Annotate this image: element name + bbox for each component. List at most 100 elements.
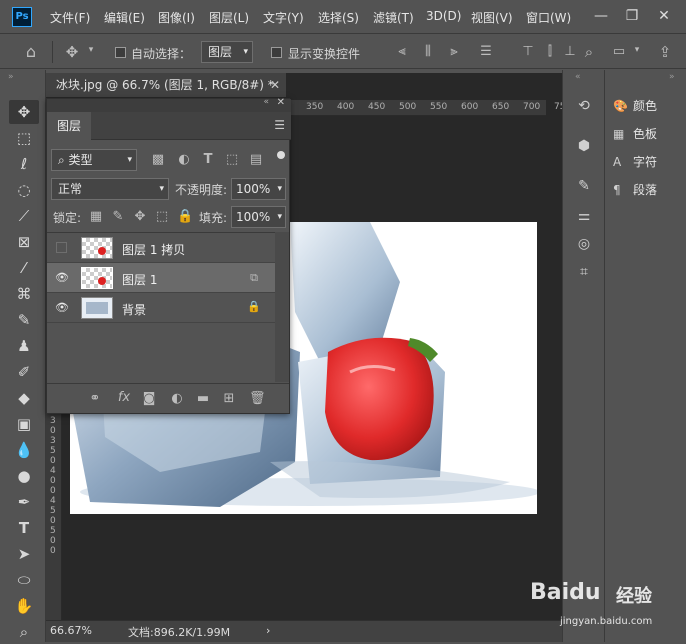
workspace-icon[interactable]: ▭ xyxy=(610,44,628,59)
zoom-level[interactable]: 66.67% xyxy=(50,624,92,637)
history-brush-tool-icon[interactable]: ✐ xyxy=(9,360,39,384)
align-bottom-icon[interactable]: ⊥ xyxy=(562,44,578,59)
menu-filter[interactable]: 滤镜(T) xyxy=(373,9,414,26)
filter-toggle-icon[interactable] xyxy=(277,151,285,159)
move-tool-icon[interactable]: ✥ xyxy=(62,43,82,61)
3d-icon[interactable]: ⬢ xyxy=(571,134,597,158)
eyedropper-tool-icon[interactable]: ⁄ xyxy=(9,256,39,280)
hand-tool-icon[interactable]: ✋ xyxy=(9,594,39,618)
fill-input[interactable]: 100% ▾ xyxy=(231,206,286,228)
menu-select[interactable]: 选择(S) xyxy=(318,9,359,26)
collapse-icon[interactable]: « xyxy=(263,97,269,107)
add-mask-icon[interactable]: ◙ xyxy=(141,391,157,406)
distribute-icon[interactable]: ☰ xyxy=(478,44,494,59)
history-icon[interactable]: ⟲ xyxy=(571,94,597,118)
trash-icon[interactable]: 🗑 xyxy=(249,391,266,406)
menu-file[interactable]: 文件(F) xyxy=(50,9,90,26)
menu-layer[interactable]: 图层(L) xyxy=(209,9,249,26)
frame-tool-icon[interactable]: ⊠ xyxy=(9,230,39,254)
quick-select-tool-icon[interactable]: ◌ xyxy=(9,178,39,202)
crop-tool-icon[interactable]: ⟋ xyxy=(9,204,39,228)
lock-all-icon[interactable]: 🔒 xyxy=(177,209,193,224)
align-left-icon[interactable]: ⫷ xyxy=(394,44,410,59)
panel-paragraph[interactable]: ¶ 段落 xyxy=(613,179,657,201)
menu-image[interactable]: 图像(I) xyxy=(158,9,195,26)
move-tool-icon[interactable]: ✥ xyxy=(9,100,39,124)
menu-3d[interactable]: 3D(D) xyxy=(426,9,461,23)
auto-select-checkbox[interactable] xyxy=(115,47,126,58)
stamp-tool-icon[interactable]: ♟ xyxy=(9,334,39,358)
lock-position-icon[interactable]: ✥ xyxy=(133,209,147,224)
adjustment-layer-icon[interactable]: ◐ xyxy=(169,391,185,406)
eye-icon[interactable]: 👁 xyxy=(55,271,69,285)
layer-list-scrollbar[interactable] xyxy=(275,232,289,382)
marquee-tool-icon[interactable]: ⬚ xyxy=(9,126,39,150)
path-select-tool-icon[interactable]: ➤ xyxy=(9,542,39,566)
chevron-right-icon[interactable]: › xyxy=(266,624,270,637)
new-layer-icon[interactable]: ⊞ xyxy=(221,391,237,406)
brush-settings-icon[interactable]: ✎ xyxy=(571,174,597,198)
home-icon[interactable]: ⌂ xyxy=(20,42,42,61)
chevron-down-icon[interactable]: ▾ xyxy=(632,45,642,55)
panel-color[interactable]: 🎨 颜色 xyxy=(613,95,657,117)
fx-button[interactable]: fx xyxy=(115,390,133,405)
close-icon[interactable]: ✕ xyxy=(277,97,285,108)
close-icon[interactable]: ✕ xyxy=(270,73,280,97)
eraser-tool-icon[interactable]: ◆ xyxy=(9,386,39,410)
align-middle-icon[interactable]: ⫿ xyxy=(542,44,558,59)
menu-type[interactable]: 文字(Y) xyxy=(263,9,304,26)
show-transform-checkbox[interactable] xyxy=(271,47,282,58)
layer-row-layer1[interactable]: 👁 图层 1 ⧉ xyxy=(47,263,275,293)
link-layers-icon[interactable]: ⚭ xyxy=(87,391,103,406)
panel-character[interactable]: A 字符 xyxy=(613,151,657,173)
pen-tool-icon[interactable]: ✒ xyxy=(9,490,39,514)
menu-window[interactable]: 窗口(W) xyxy=(526,9,571,26)
lasso-tool-icon[interactable]: ℓ xyxy=(9,152,39,176)
blend-mode-dropdown[interactable]: 正常 ▾ xyxy=(51,178,169,200)
align-center-icon[interactable]: ⫼ xyxy=(420,44,436,59)
ellipse-tool-icon[interactable]: ⬭ xyxy=(9,568,39,592)
panel-menu-icon[interactable]: ☰ xyxy=(274,118,285,132)
close-icon[interactable]: ✕ xyxy=(652,4,676,28)
document-tab[interactable]: 冰块.jpg @ 66.7% (图层 1, RGB/8#) * ✕ xyxy=(46,73,286,97)
menu-edit[interactable]: 编辑(E) xyxy=(104,9,145,26)
filter-adjustment-icon[interactable]: ◐ xyxy=(177,152,191,167)
filter-pixel-icon[interactable]: ▩ xyxy=(151,152,165,167)
type-tool-icon[interactable]: T xyxy=(9,516,39,540)
lock-pixels-icon[interactable]: ✎ xyxy=(111,209,125,224)
align-right-icon[interactable]: ⫸ xyxy=(446,44,462,59)
minimize-icon[interactable]: — xyxy=(589,4,613,28)
filter-type-icon[interactable]: T xyxy=(201,152,215,167)
search-icon[interactable]: ⌕ xyxy=(580,43,598,61)
menu-view[interactable]: 视图(V) xyxy=(471,9,513,26)
align-top-icon[interactable]: ⊤ xyxy=(520,44,536,59)
collapse-icon[interactable]: » xyxy=(8,72,14,82)
filter-smart-object-icon[interactable]: ▤ xyxy=(249,152,263,167)
layer-row-copy[interactable]: 图层 1 拷贝 xyxy=(47,233,275,263)
visibility-toggle[interactable] xyxy=(56,242,67,253)
auto-select-target-dropdown[interactable]: 图层 ▾ xyxy=(201,41,253,63)
eye-icon[interactable]: 👁 xyxy=(55,301,69,315)
properties-icon[interactable]: ⚌ xyxy=(571,204,597,228)
brush-tool-icon[interactable]: ✎ xyxy=(9,308,39,332)
healing-brush-tool-icon[interactable]: ⌘ xyxy=(9,282,39,306)
new-group-icon[interactable]: ▬ xyxy=(195,391,211,406)
collapse-icon[interactable]: » xyxy=(669,72,675,82)
gradient-tool-icon[interactable]: ▣ xyxy=(9,412,39,436)
layer-filter-dropdown[interactable]: ⌕ 类型 ▾ xyxy=(51,149,137,171)
channels-icon[interactable]: ◎ xyxy=(571,232,597,256)
paths-icon[interactable]: ⌗ xyxy=(571,260,597,284)
layer-row-background[interactable]: 👁 背景 🔒 xyxy=(47,293,275,323)
filter-shape-icon[interactable]: ⬚ xyxy=(225,152,239,167)
panel-swatches[interactable]: ▦ 色板 xyxy=(613,123,657,145)
blur-tool-icon[interactable]: 💧 xyxy=(9,438,39,462)
collapse-icon[interactable]: « xyxy=(575,72,581,82)
zoom-tool-icon[interactable]: ⌕ xyxy=(9,620,39,644)
restore-icon[interactable]: ❐ xyxy=(620,4,644,28)
chevron-down-icon[interactable]: ▾ xyxy=(86,45,96,55)
tab-layers[interactable]: 图层 xyxy=(47,112,91,140)
dodge-tool-icon[interactable]: ● xyxy=(9,464,39,488)
share-icon[interactable]: ⇪ xyxy=(656,43,674,61)
lock-artboard-icon[interactable]: ⬚ xyxy=(155,209,169,224)
lock-transparent-icon[interactable]: ▦ xyxy=(89,209,103,224)
